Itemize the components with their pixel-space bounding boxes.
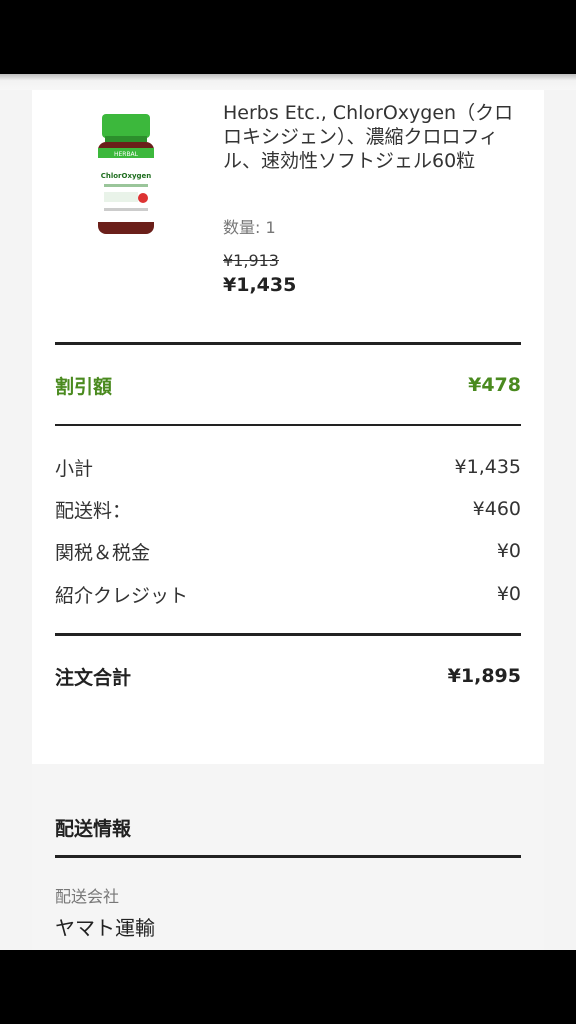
order-total-label: 注文合計	[55, 666, 132, 689]
summary-label: 紹介クレジット	[55, 584, 189, 607]
divider-total	[55, 633, 521, 636]
bottle-product-text: ChlorOxygen	[101, 172, 152, 180]
summary-row-subtotal: 小計 ¥1,435	[55, 452, 521, 482]
product-original-price: ¥1,913	[223, 251, 279, 270]
discount-label: 割引額	[55, 375, 113, 398]
summary-row-referral-credit: 紹介クレジット ¥0	[55, 579, 521, 609]
product-price: ¥1,435	[223, 274, 297, 296]
bottle-cap	[102, 114, 150, 138]
product-image[interactable]: HERBAL ChlorOxygen	[96, 112, 156, 236]
bottle-brand-text: HERBAL	[114, 151, 139, 158]
order-total-value: ¥1,895	[447, 665, 521, 687]
product-quantity: 数量: 1	[223, 218, 276, 237]
bottom-black-bar	[0, 950, 576, 1024]
top-shadow	[0, 74, 576, 90]
discount-row: 割引額 ¥478	[55, 370, 521, 400]
summary-value: ¥460	[472, 498, 521, 520]
summary-value: ¥1,435	[454, 456, 521, 478]
divider-discount	[55, 424, 521, 426]
divider-shipping	[55, 855, 521, 858]
summary-label: 小計	[55, 457, 94, 480]
divider-top	[55, 342, 521, 345]
summary-label: 配送料：	[55, 499, 132, 522]
summary-row-shipping: 配送料： ¥460	[55, 494, 521, 524]
carrier-label: 配送会社	[55, 887, 120, 906]
summary-row-tax: 関税＆税金 ¥0	[55, 536, 521, 566]
summary-value: ¥0	[496, 583, 521, 605]
order-total-row: 注文合計 ¥1,895	[55, 661, 521, 691]
product-name[interactable]: Herbs Etc., ChlorOxygen（クロロキシジェン）、濃縮クロロフ…	[223, 101, 523, 173]
top-black-bar	[0, 0, 576, 74]
discount-value: ¥478	[468, 374, 521, 396]
summary-value: ¥0	[496, 540, 521, 562]
summary-label: 関税＆税金	[55, 541, 151, 564]
carrier-value: ヤマト運輸	[55, 916, 155, 940]
shipping-title: 配送情報	[55, 818, 132, 840]
